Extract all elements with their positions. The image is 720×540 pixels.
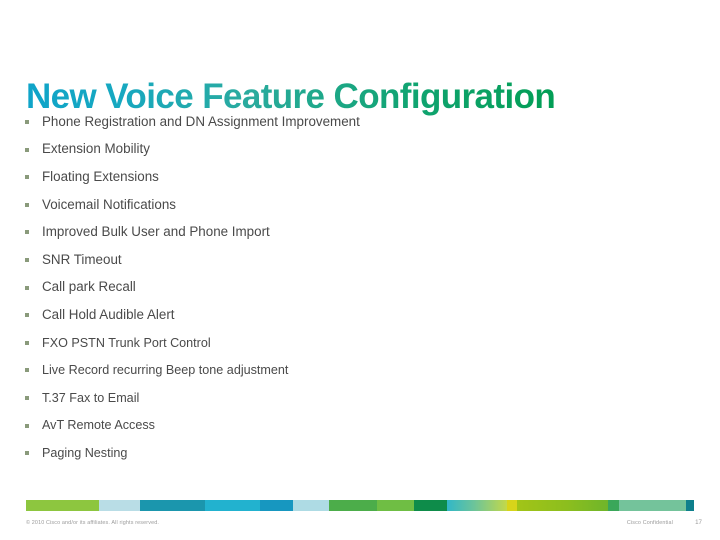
- bullet-square-icon: [25, 120, 29, 124]
- bullet-square-icon: [25, 230, 29, 235]
- list-item-label: Paging Nesting: [42, 445, 128, 460]
- list-item-label: Live Record recurring Beep tone adjustme…: [42, 363, 289, 378]
- color-bar-segment: [685, 500, 694, 511]
- list-item: SNR Timeout: [0, 246, 690, 274]
- footer-page-number: 17: [695, 519, 702, 526]
- list-item-label: Phone Registration and DN Assignment Imp…: [42, 113, 360, 129]
- list-item: Call Hold Audible Alert: [0, 301, 690, 329]
- list-item-label: FXO PSTN Trunk Port Control: [42, 335, 211, 350]
- list-item-label: Call Hold Audible Alert: [42, 306, 175, 322]
- list-item-label: SNR Timeout: [42, 251, 122, 267]
- list-item: Call park Recall: [0, 274, 690, 302]
- list-item-label: Call park Recall: [42, 279, 136, 295]
- color-bar-segment: [292, 500, 330, 511]
- color-bar-segment: [329, 500, 378, 511]
- list-item: Voicemail Notifications: [0, 191, 690, 219]
- color-bar-segment: [413, 500, 447, 511]
- bullet-square-icon: [25, 257, 29, 262]
- list-item: Live Record recurring Beep tone adjustme…: [0, 356, 690, 384]
- footer-confidentiality-label: Cisco Confidential: [626, 520, 673, 526]
- slide-canvas: New Voice Feature Configuration Phone Re…: [0, 0, 720, 540]
- list-item: T.37 Fax to Email: [0, 384, 690, 412]
- color-bar-segment: [506, 500, 517, 511]
- color-bar-segment: [259, 500, 293, 511]
- list-item-label: Improved Bulk User and Phone Import: [42, 224, 270, 240]
- list-item: AvT Remote Access: [0, 412, 690, 440]
- list-item: Extension Mobility: [0, 136, 690, 164]
- list-item-label: Floating Extensions: [42, 168, 159, 184]
- list-item-label: AvT Remote Access: [42, 418, 155, 433]
- bullet-square-icon: [25, 313, 29, 318]
- color-bar-segment: [205, 500, 260, 511]
- list-item: Paging Nesting: [0, 439, 690, 467]
- bullet-square-icon: [25, 202, 29, 207]
- color-bar-segment: [377, 500, 414, 511]
- list-item-label: Voicemail Notifications: [42, 196, 176, 212]
- color-bar-segment: [26, 500, 99, 511]
- color-bar-segment: [446, 500, 507, 511]
- list-item-label: Extension Mobility: [42, 141, 150, 157]
- list-item: Floating Extensions: [0, 163, 690, 191]
- list-item: Improved Bulk User and Phone Import: [0, 218, 690, 246]
- color-bar-segment: [98, 500, 141, 511]
- bullet-square-icon: [25, 395, 29, 400]
- feature-bullet-list: Phone Registration and DN Assignment Imp…: [0, 108, 690, 467]
- footer-copyright: © 2010 Cisco and/or its affiliates. All …: [26, 520, 160, 526]
- color-bar-segment: [607, 500, 620, 511]
- color-bar-segment: [619, 500, 686, 511]
- bullet-square-icon: [25, 340, 29, 345]
- bullet-square-icon: [25, 147, 29, 152]
- color-bar-segment: [140, 500, 205, 511]
- footer-color-bar: [26, 500, 694, 511]
- list-item: Phone Registration and DN Assignment Imp…: [0, 108, 690, 136]
- bullet-square-icon: [25, 285, 29, 290]
- bullet-square-icon: [25, 423, 29, 428]
- color-bar-segment: [516, 500, 608, 511]
- bullet-square-icon: [25, 451, 29, 456]
- list-item-label: T.37 Fax to Email: [42, 390, 140, 405]
- bullet-square-icon: [25, 175, 29, 180]
- bullet-square-icon: [25, 368, 29, 373]
- list-item: FXO PSTN Trunk Port Control: [0, 329, 690, 357]
